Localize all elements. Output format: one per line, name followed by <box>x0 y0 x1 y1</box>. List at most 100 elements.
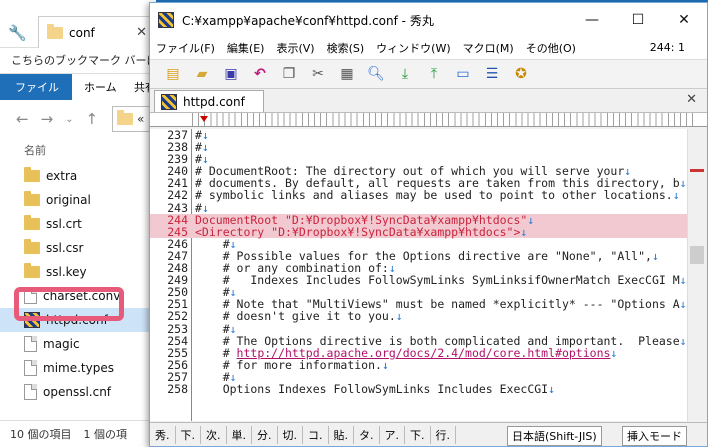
newline-mark-icon: ↓ <box>679 333 687 348</box>
newline-mark-icon: ↓ <box>672 188 680 203</box>
file-item-label: ssl.crt <box>46 217 82 231</box>
code-line[interactable]: 237 #↓ <box>150 129 687 141</box>
function-key-button[interactable]: ア. <box>380 425 405 444</box>
line-text: Options Indexes FollowSymLinks Includes … <box>195 383 555 395</box>
hidemaru-file-icon <box>161 93 177 110</box>
paste-icon[interactable]: ▦ <box>336 63 358 85</box>
history-chevron-icon[interactable]: ⌄ <box>65 114 73 125</box>
file-item[interactable]: magic <box>0 332 156 356</box>
line-number: 243 <box>167 200 188 215</box>
window-split-icon[interactable]: ☰ <box>481 63 503 85</box>
file-item-label: extra <box>46 169 78 183</box>
up-icon[interactable]: ↑ <box>86 110 99 128</box>
new-file-icon[interactable]: ▤ <box>162 63 184 85</box>
wrench-icon[interactable]: 🔧 <box>8 24 27 42</box>
back-icon[interactable]: ← <box>16 110 29 128</box>
copy-icon[interactable]: ❐ <box>278 63 300 85</box>
menu-item[interactable]: マクロ(M) <box>457 40 520 56</box>
search-down-icon[interactable]: ⤓ <box>394 63 416 85</box>
close-tab-icon[interactable]: ✕ <box>686 92 697 107</box>
line-number: 244 <box>167 212 188 227</box>
menu-item[interactable]: 検索(S) <box>321 40 371 56</box>
document-tab-label: httpd.conf <box>183 94 245 109</box>
line-content: # symbolic links and aliases may be used… <box>195 188 673 203</box>
file-item[interactable]: extra <box>0 164 156 188</box>
forward-icon[interactable]: → <box>41 110 54 128</box>
minimize-icon[interactable]: — <box>569 3 615 37</box>
folder-icon <box>24 167 40 182</box>
column-header-name[interactable]: 名前 <box>24 142 46 158</box>
bookmarks-bar: こちらのブックマーク バーにブッ <box>0 48 156 74</box>
cursor-position: 244: 1 <box>649 41 685 54</box>
function-key-button[interactable]: 下. <box>405 425 431 444</box>
window-controls: — ☐ ✕ <box>569 3 707 37</box>
function-key-button[interactable]: タ. <box>354 425 380 444</box>
title-bar[interactable]: C:¥xampp¥apache¥conf¥httpd.conf - 秀丸 — ☐… <box>150 3 707 37</box>
undo-icon[interactable]: ↶ <box>249 63 271 85</box>
newline-mark-icon: ↓ <box>395 309 403 324</box>
selection-highlight <box>14 287 124 321</box>
ribbon-tab-home[interactable]: ホーム <box>72 74 130 100</box>
menu-item[interactable]: 表示(V) <box>270 40 320 56</box>
line-number: 254 <box>167 333 188 348</box>
grep-icon[interactable]: ▭ <box>452 63 474 85</box>
function-key-button[interactable]: 行. <box>431 425 456 444</box>
save-icon[interactable]: ▣ <box>220 63 242 85</box>
document-tab[interactable]: httpd.conf <box>154 90 264 112</box>
file-icon <box>24 336 37 352</box>
line-number: 242 <box>167 188 188 203</box>
newline-mark-icon: ↓ <box>520 224 528 239</box>
function-key-button[interactable]: 貼. <box>329 425 354 444</box>
function-key-button[interactable]: コ. <box>303 425 329 444</box>
newline-mark-icon: ↓ <box>381 357 389 372</box>
vertical-scrollbar[interactable] <box>687 129 707 421</box>
close-icon[interactable]: ✕ <box>661 3 707 37</box>
function-key-button[interactable]: 単. <box>227 425 252 444</box>
cut-icon[interactable]: ✂ <box>307 63 329 85</box>
newline-mark-icon: ↓ <box>679 176 687 191</box>
maximize-icon[interactable]: ☐ <box>615 3 661 37</box>
file-item[interactable]: ssl.key <box>0 260 156 284</box>
function-key-button[interactable]: 次. <box>201 425 227 444</box>
line-content: # Indexes Includes FollowSymLinks SymLin… <box>195 273 680 288</box>
file-item[interactable]: ssl.csr <box>0 236 156 260</box>
file-item-label: openssl.cnf <box>43 385 112 399</box>
code-line[interactable]: 242 # symbolic links and aliases may be u… <box>150 189 687 201</box>
function-key-button[interactable]: 切. <box>278 425 303 444</box>
close-icon[interactable]: ✕ <box>136 25 147 40</box>
file-item[interactable]: original <box>0 188 156 212</box>
encoding-indicator[interactable]: 日本語(Shift-JIS) <box>507 426 602 446</box>
explorer-nav: ← → ⌄ ↑ « <box>0 102 156 136</box>
scrollbar-thumb[interactable] <box>690 246 704 264</box>
insert-mode-indicator[interactable]: 挿入モード <box>622 426 687 446</box>
menu-item[interactable]: ファイル(F) <box>150 40 221 56</box>
menu-item[interactable]: ウィンドウ(W) <box>370 40 456 56</box>
text-editor[interactable]: 237 #↓ 238 #↓ 239 #↓ 240 # DocumentRoot: The di… <box>150 129 687 421</box>
explorer-tab-conf[interactable]: conf ✕ <box>38 16 156 48</box>
search-icon[interactable]: 🔍︎ <box>365 63 387 85</box>
search-up-icon[interactable]: ⤒ <box>423 63 445 85</box>
function-key-button[interactable]: 秀. <box>150 425 176 444</box>
line-content: <Directory "D:¥Dropbox¥!SyncData¥xampp¥h… <box>195 224 521 239</box>
hidemaru-app-icon <box>158 12 174 28</box>
code-line[interactable]: 238 #↓ <box>150 141 687 153</box>
selected-count: 1 個の項 <box>83 428 128 441</box>
file-item-label: magic <box>43 337 80 351</box>
menu-item[interactable]: その他(O) <box>520 40 582 56</box>
ribbon-tab-file[interactable]: ファイル <box>0 74 72 100</box>
menu-item[interactable]: 編集(E) <box>221 40 271 56</box>
line-text: # symbolic links and aliases may be used… <box>195 189 680 201</box>
code-line[interactable]: 258 Options Indexes FollowSymLinks Inclu… <box>150 383 687 395</box>
open-folder-icon[interactable]: ▰ <box>191 63 213 85</box>
file-item[interactable]: mime.types <box>0 356 156 380</box>
file-icon <box>24 360 37 376</box>
function-key-button[interactable]: 分. <box>252 425 278 444</box>
folder-icon <box>24 263 40 278</box>
function-key-button[interactable]: 下. <box>176 425 201 444</box>
file-item-label: original <box>46 193 91 207</box>
newline-mark-icon: ↓ <box>679 297 687 312</box>
file-item-label: ssl.key <box>46 265 87 279</box>
help-icon[interactable]: ✪ <box>510 63 532 85</box>
file-item[interactable]: openssl.cnf <box>0 380 156 404</box>
file-item[interactable]: ssl.crt <box>0 212 156 236</box>
